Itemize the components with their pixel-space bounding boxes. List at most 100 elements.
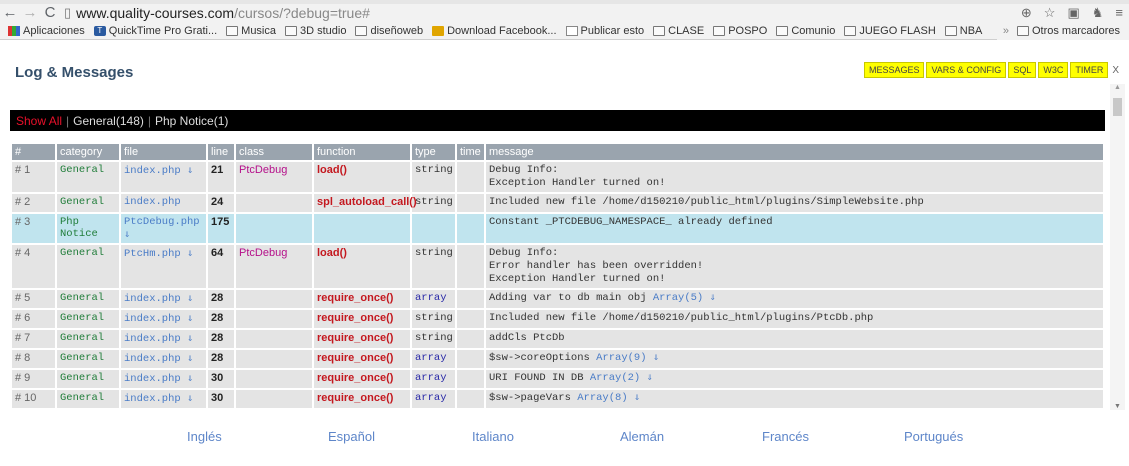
- bookmark-label: Publicar esto: [580, 25, 645, 37]
- row-number: # 6: [12, 310, 55, 328]
- row-message: URI FOUND IN DB Array(2) ⇓: [486, 370, 1103, 388]
- filter-php-notice[interactable]: Php Notice(1): [155, 114, 228, 128]
- filter-general[interactable]: General(148): [73, 114, 144, 128]
- row-type: string: [412, 162, 455, 192]
- zoom-icon[interactable]: ⊕: [1021, 4, 1032, 22]
- bookmark-item[interactable]: 3D studio: [285, 25, 346, 37]
- language-link[interactable]: Italiano: [472, 429, 514, 444]
- menu-icon[interactable]: ≡: [1115, 4, 1123, 22]
- row-time: [457, 370, 484, 388]
- language-link[interactable]: Francés: [762, 429, 809, 444]
- language-link[interactable]: Portugués: [904, 429, 963, 444]
- row-file-link[interactable]: index.php ⇓: [121, 310, 206, 328]
- row-category: General: [57, 310, 119, 328]
- table-row: # 5 General index.php ⇓ 28 require_once() arr…: [12, 290, 1103, 308]
- row-message: Debug Info: Exception Handler turned on!: [486, 162, 1103, 192]
- language-link[interactable]: Alemán: [620, 429, 664, 444]
- table-row: # 2 General index.php 24 spl_autoload_call()…: [12, 194, 1103, 212]
- bookmark-label: POSPO: [728, 25, 768, 37]
- row-message-text: Debug Info: Exception Handler turned on!: [489, 164, 666, 189]
- row-message-text: Debug Info: Error handler has been overr…: [489, 247, 704, 285]
- folder-icon: [844, 26, 857, 36]
- bookmark-item[interactable]: Download Facebook...: [432, 25, 557, 37]
- array-expand-link[interactable]: Array(2) ⇓: [590, 372, 653, 384]
- bookmark-item[interactable]: JUEGO FLASH: [844, 25, 936, 37]
- log-table-container[interactable]: # category file line class function type time me…: [10, 142, 1105, 410]
- language-link[interactable]: Español: [328, 429, 375, 444]
- bookmark-item[interactable]: Musica: [226, 25, 276, 37]
- scroll-thumb[interactable]: [1113, 98, 1122, 116]
- other-bookmarks[interactable]: » Otros marcadores: [996, 22, 1129, 40]
- table-row: # 1 General index.php ⇓ 21 PtcDebug load() str…: [12, 162, 1103, 192]
- bookmark-item[interactable]: Publicar esto: [565, 25, 645, 37]
- row-class: [236, 310, 312, 328]
- row-file-link[interactable]: PtcHm.php ⇓: [121, 245, 206, 288]
- row-file-link[interactable]: index.php ⇓: [121, 370, 206, 388]
- apps-grid-icon: [8, 26, 20, 36]
- bookmark-label: CLASE: [668, 25, 705, 37]
- column-header: #: [12, 144, 55, 160]
- bookmark-label: Musica: [241, 25, 276, 37]
- close-icon[interactable]: X: [1112, 65, 1119, 76]
- bookmark-label: Aplicaciones: [23, 25, 85, 37]
- row-function: require_once(): [314, 310, 410, 328]
- scrollbar[interactable]: ▲ ▼: [1110, 84, 1125, 410]
- debug-tab-sql[interactable]: SQL: [1008, 62, 1037, 78]
- bookmark-label: Comunio: [791, 25, 836, 37]
- bookmark-item[interactable]: NBA: [944, 25, 982, 37]
- back-icon[interactable]: ←: [0, 4, 20, 22]
- row-file-link[interactable]: index.php ⇓: [121, 330, 206, 348]
- bookmark-star-icon[interactable]: ☆: [1044, 4, 1056, 22]
- debug-tab-messages[interactable]: MESSAGES: [863, 62, 925, 78]
- extension-icon[interactable]: ♞: [1092, 4, 1104, 22]
- column-header: message: [486, 144, 1103, 160]
- filter-show-all[interactable]: Show All: [16, 114, 62, 128]
- row-file-link[interactable]: index.php: [121, 194, 206, 212]
- row-number: # 2: [12, 194, 55, 212]
- reload-icon[interactable]: C: [40, 4, 60, 22]
- bookmark-label: JUEGO FLASH: [859, 25, 936, 37]
- row-time: [457, 214, 484, 243]
- row-message: Included new file /home/d150210/public_h…: [486, 310, 1103, 328]
- row-line: 28: [208, 330, 234, 348]
- row-number: # 9: [12, 370, 55, 388]
- row-file-link[interactable]: index.php ⇓: [121, 290, 206, 308]
- bookmark-item[interactable]: T QuickTime Pro Grati...: [93, 25, 217, 37]
- bookmark-item[interactable]: Comunio: [776, 25, 835, 37]
- array-expand-link[interactable]: Array(8) ⇓: [577, 392, 640, 404]
- extension-icon[interactable]: ▣: [1067, 4, 1079, 22]
- row-category: General: [57, 245, 119, 288]
- bookmark-item[interactable]: CLASE: [653, 25, 704, 37]
- scroll-up-icon[interactable]: ▲: [1110, 84, 1125, 91]
- row-category: General: [57, 194, 119, 212]
- debug-tab-w3c[interactable]: W3C: [1038, 62, 1069, 78]
- column-header: type: [412, 144, 455, 160]
- array-expand-link[interactable]: Array(9) ⇓: [596, 352, 659, 364]
- bookmark-item[interactable]: diseñoweb: [355, 25, 423, 37]
- table-row: # 8 General index.php ⇓ 28 require_once() arr…: [12, 350, 1103, 368]
- debug-tab-vars-config[interactable]: VARS & CONFIG: [926, 62, 1007, 78]
- debug-tab-timer[interactable]: TIMER: [1070, 62, 1109, 78]
- row-file-link[interactable]: index.php ⇓: [121, 162, 206, 192]
- scroll-down-icon[interactable]: ▼: [1110, 403, 1125, 410]
- row-category: General: [57, 290, 119, 308]
- row-message: $sw->coreOptions Array(9) ⇓: [486, 350, 1103, 368]
- address-bar[interactable]: ▯ www.quality-courses.com /cursos/?debug…: [64, 4, 370, 22]
- row-file-link[interactable]: index.php ⇓: [121, 390, 206, 408]
- language-link[interactable]: Inglés: [187, 429, 222, 444]
- folder-icon: [776, 26, 789, 36]
- array-expand-link[interactable]: Array(5) ⇓: [653, 292, 716, 304]
- table-row: # 4 General PtcHm.php ⇓ 64 PtcDebug load() str…: [12, 245, 1103, 288]
- row-type: string: [412, 245, 455, 288]
- row-message: Included new file /home/d150210/public_h…: [486, 194, 1103, 212]
- forward-icon[interactable]: →: [20, 4, 40, 22]
- row-file-link[interactable]: PtcDebug.php ⇓: [121, 214, 206, 243]
- row-number: # 1: [12, 162, 55, 192]
- quicktime-icon: T: [93, 26, 106, 36]
- bookmark-item[interactable]: Aplicaciones: [8, 25, 85, 37]
- row-category: General: [57, 350, 119, 368]
- other-bookmarks-folder[interactable]: Otros marcadores: [1016, 25, 1120, 37]
- bookmark-item[interactable]: POSPO: [713, 25, 767, 37]
- bookmarks-overflow-icon[interactable]: »: [1003, 25, 1009, 37]
- row-file-link[interactable]: index.php ⇓: [121, 350, 206, 368]
